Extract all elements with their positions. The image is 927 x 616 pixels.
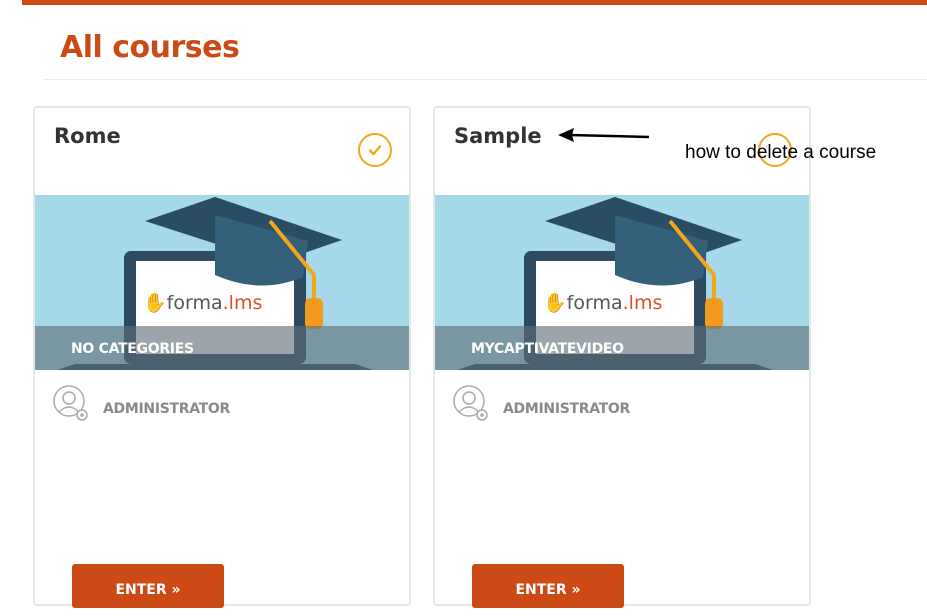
role-label: ADMINISTRATOR bbox=[103, 401, 231, 417]
course-card-rome: Rome ✋forma.lms NO CATEGORIES ADMINISTRA… bbox=[33, 106, 411, 608]
page-title: All courses bbox=[60, 30, 240, 65]
course-title[interactable]: Sample bbox=[454, 124, 542, 148]
admin-user-icon bbox=[453, 385, 488, 421]
enter-button[interactable]: ENTER » bbox=[72, 564, 224, 608]
annotation-text: how to delete a course bbox=[685, 142, 877, 163]
admin-user-icon bbox=[53, 385, 88, 421]
top-accent-bar bbox=[22, 0, 927, 5]
annotation-arrow-icon bbox=[558, 128, 650, 142]
course-category: MYCAPTIVATEVIDEO bbox=[471, 341, 624, 357]
course-thumbnail[interactable]: ✋forma.lms NO CATEGORIES bbox=[35, 195, 409, 370]
role-label: ADMINISTRATOR bbox=[503, 401, 631, 417]
forma-lms-logo: ✋forma.lms bbox=[543, 292, 663, 314]
divider bbox=[44, 79, 927, 80]
forma-lms-logo: ✋forma.lms bbox=[143, 292, 263, 314]
course-title[interactable]: Rome bbox=[54, 124, 121, 148]
enter-button[interactable]: ENTER » bbox=[472, 564, 624, 608]
course-category: NO CATEGORIES bbox=[71, 341, 194, 357]
course-thumbnail[interactable]: ✋forma.lms MYCAPTIVATEVIDEO bbox=[435, 195, 809, 370]
course-card-sample: Sample ✋forma.lms MYCAPTIVATEVIDEO ADMIN… bbox=[433, 106, 811, 608]
check-circle-icon[interactable] bbox=[358, 133, 392, 167]
